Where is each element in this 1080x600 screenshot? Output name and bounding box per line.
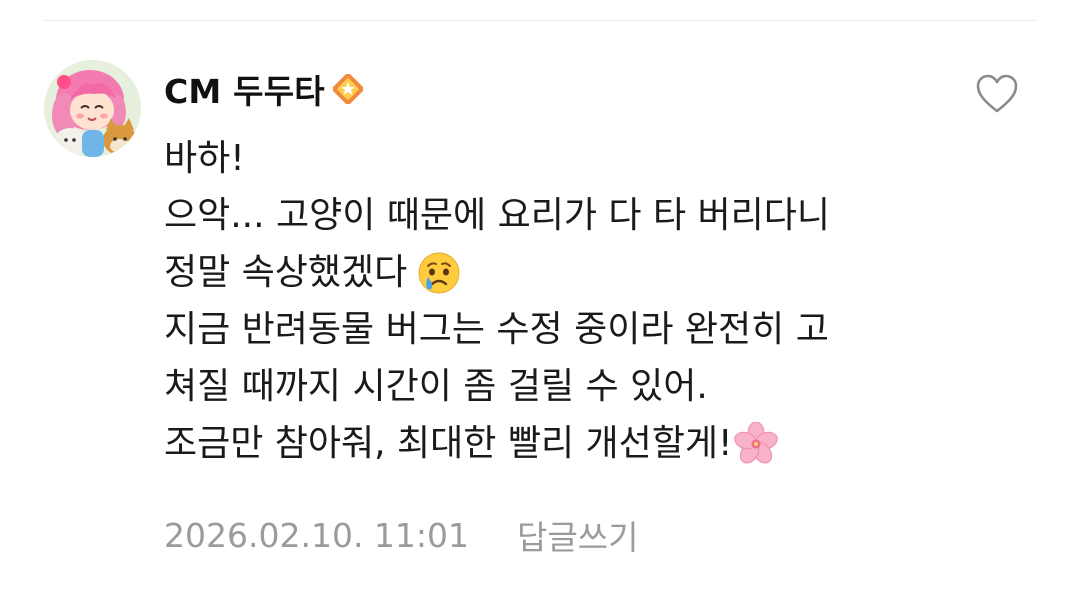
comment-text: 바하! <box>164 138 245 179</box>
comment-line: 바하! <box>164 130 984 187</box>
reply-button[interactable]: 답글쓰기 <box>517 511 638 559</box>
cherry-blossom-emoji-icon <box>734 421 779 463</box>
comment-text: 으악... 고양이 때문에 요리가 다 타 버리다니 <box>164 195 831 236</box>
comment-line: 쳐질 때까지 시간이 좀 걸릴 수 있어. <box>164 358 984 415</box>
comment-text: 정말 속상했겠다 <box>164 252 408 293</box>
comment-meta: 2026.02.10. 11:01 답글쓰기 <box>164 510 638 560</box>
comment-text: 조금만 참아줘, 최대한 빨리 개선할게! <box>164 423 733 464</box>
heart-outline-icon[interactable] <box>974 72 1020 116</box>
comment-text: 지금 반려동물 버그는 수정 중이라 완전히 고 <box>164 309 829 350</box>
comment-line: 정말 속상했겠다 <box>164 244 984 301</box>
timestamp: 2026.02.10. 11:01 <box>164 515 470 555</box>
comment-text: 쳐질 때까지 시간이 좀 걸릴 수 있어. <box>164 366 708 407</box>
comment-line: 조금만 참아줘, 최대한 빨리 개선할게! <box>164 415 984 472</box>
crying-face-emoji-icon <box>418 252 460 293</box>
comment-line: 지금 반려동물 버그는 수정 중이라 완전히 고 <box>164 301 984 358</box>
author-name[interactable]: CM 두두타 <box>164 65 325 113</box>
character-avatar-icon <box>44 60 141 157</box>
gm-badge-icon <box>332 74 363 104</box>
author-row: CM 두두타 <box>164 64 363 114</box>
top-divider <box>44 20 1036 21</box>
comment-body: 바하! 으악... 고양이 때문에 요리가 다 타 버리다니 정말 속상했겠다 … <box>164 130 984 472</box>
avatar[interactable] <box>44 60 141 157</box>
comment-line: 으악... 고양이 때문에 요리가 다 타 버리다니 <box>164 187 984 244</box>
comment-item: CM 두두타 바하! 으악... 고양이 때문에 요리가 다 타 버리다니 정말… <box>0 0 1080 600</box>
